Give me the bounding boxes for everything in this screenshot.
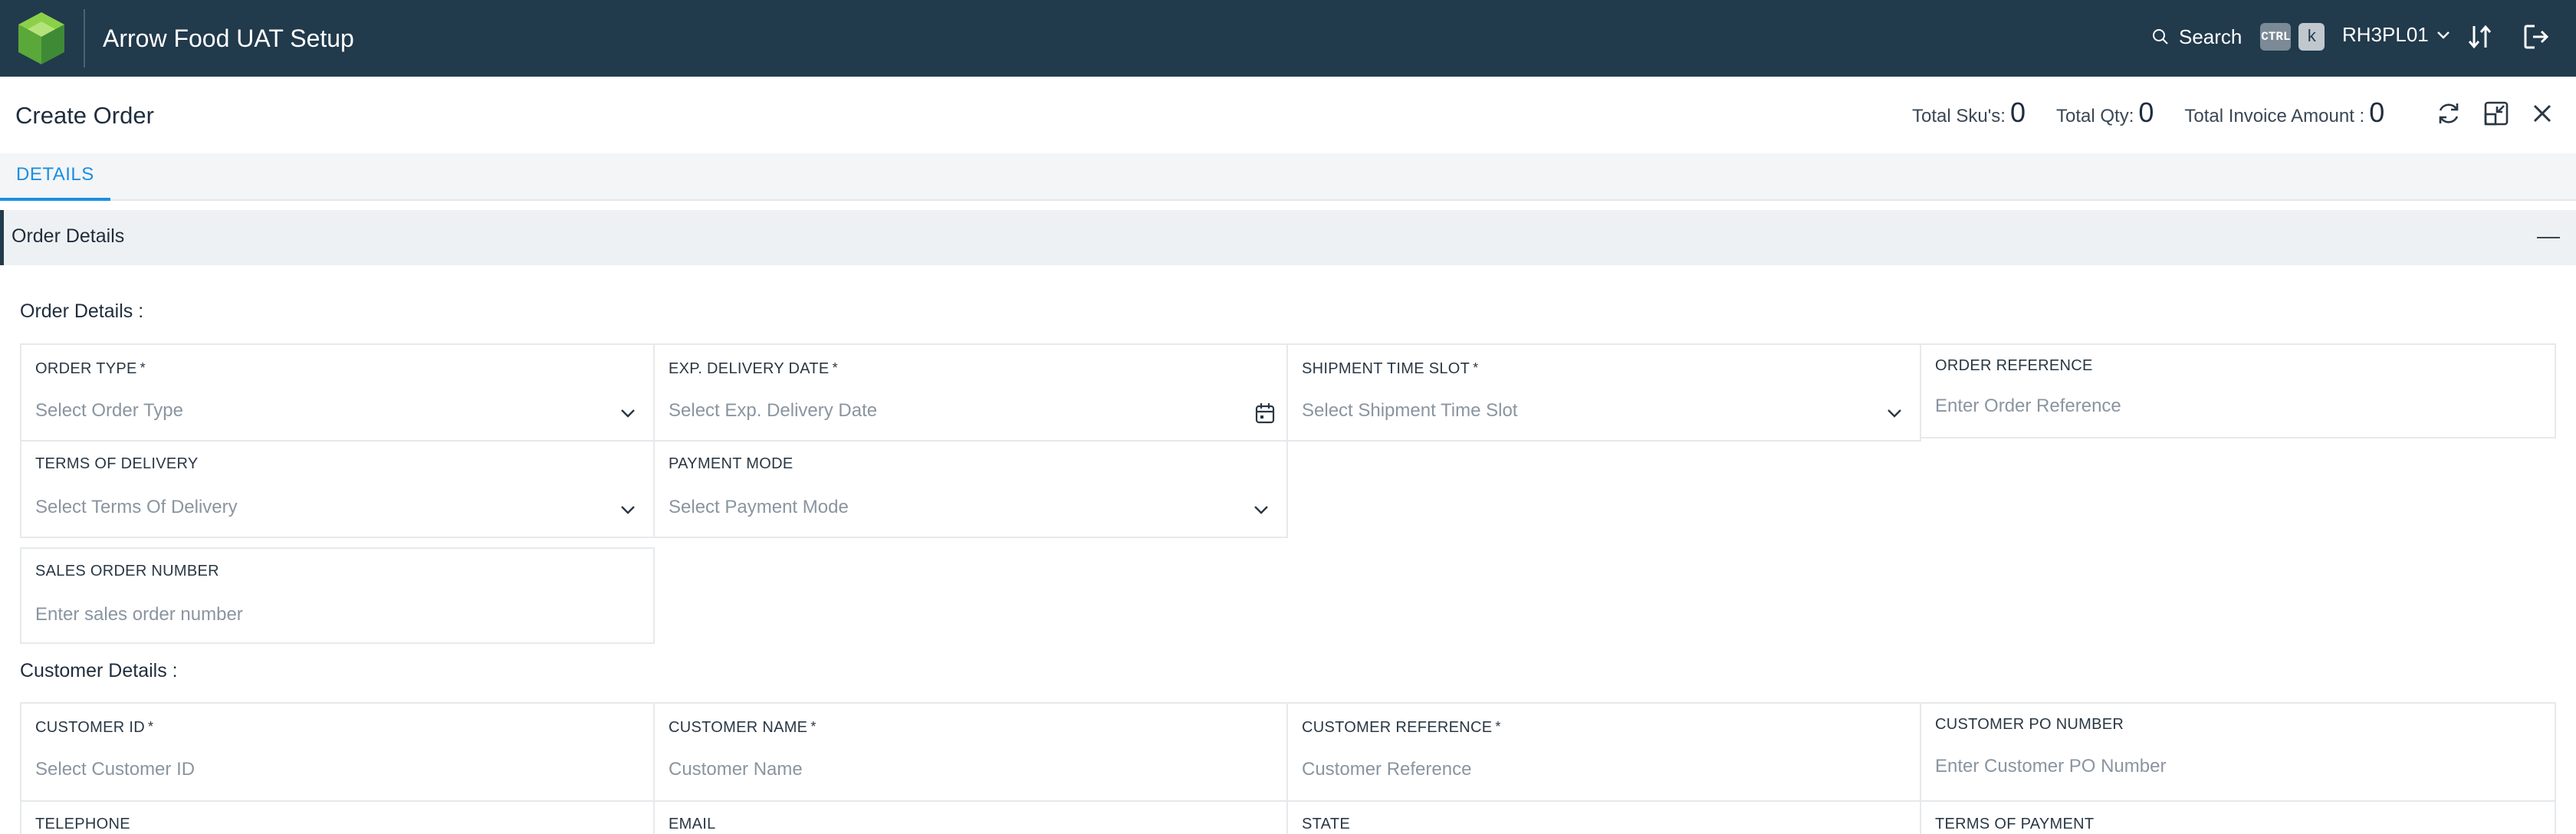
total-qty-value: 0 [2138, 97, 2154, 128]
field-placeholder: Customer Reference [1302, 759, 1472, 780]
chevron-down-icon [2436, 31, 2450, 39]
total-invoice-value: 0 [2369, 97, 2385, 128]
field-label: SHIPMENT TIME SLOT [1302, 360, 1470, 377]
calendar-icon[interactable] [1254, 402, 1276, 425]
customer-po-number-input[interactable]: CUSTOMER PO NUMBER Enter Customer PO Num… [1920, 702, 2556, 802]
field-label: PAYMENT MODE [669, 455, 794, 472]
required-marker: * [1495, 719, 1501, 734]
refresh-icon[interactable] [2435, 100, 2463, 127]
order-totals: Total Sku's: 0 Total Qty: 0 Total Invoic… [1912, 97, 2384, 129]
email-input[interactable]: EMAIL [653, 800, 1288, 834]
field-label: EMAIL [669, 816, 716, 832]
field-label: TERMS OF DELIVERY [35, 455, 199, 472]
tab-details[interactable]: DETAILS [0, 153, 110, 201]
field-placeholder: Select Terms Of Delivery [35, 497, 238, 517]
app-title: Arrow Food UAT Setup [103, 25, 354, 52]
exp-delivery-date-picker[interactable]: EXP. DELIVERY DATE * Select Exp. Delivery… [653, 343, 1288, 442]
search-icon [2153, 29, 2168, 44]
total-invoice-label: Total Invoice Amount : [2184, 106, 2365, 126]
close-icon[interactable] [2528, 100, 2556, 127]
minimize-window-icon[interactable] [2482, 100, 2510, 127]
required-marker: * [147, 719, 154, 734]
field-label: TELEPHONE [35, 816, 130, 832]
required-marker: * [140, 360, 146, 376]
order-reference-input[interactable]: ORDER REFERENCE Enter Order Reference [1920, 343, 2556, 438]
topbar-divider [84, 9, 85, 67]
telephone-input[interactable]: TELEPHONE [20, 800, 655, 834]
logout-icon[interactable] [2522, 23, 2550, 51]
sales-order-number-input[interactable]: SALES ORDER NUMBER Enter sales order num… [20, 547, 655, 644]
global-search[interactable]: Search CTRL k [2151, 23, 2325, 51]
chevron-down-icon [1254, 506, 1268, 514]
customer-reference-input[interactable]: CUSTOMER REFERENCE * Customer Reference [1286, 702, 1921, 802]
total-skus-value: 0 [2009, 97, 2026, 128]
field-label: STATE [1302, 816, 1350, 832]
field-label: CUSTOMER REFERENCE [1302, 719, 1493, 736]
kbd-k: k [2298, 23, 2325, 51]
page-title: Create Order [15, 102, 154, 129]
field-label: ORDER REFERENCE [1935, 357, 2093, 374]
required-marker: * [810, 719, 816, 734]
field-label: ORDER TYPE [35, 360, 137, 377]
shipment-time-slot-select[interactable]: SHIPMENT TIME SLOT * Select Shipment Time… [1286, 343, 1921, 442]
state-select[interactable]: STATE [1286, 800, 1921, 834]
top-bar: Arrow Food UAT Setup Search CTRL k RH3PL… [0, 0, 2576, 77]
terms-of-payment-select[interactable]: TERMS OF PAYMENT [1920, 800, 2556, 834]
field-placeholder: Select Order Type [35, 400, 183, 421]
collapse-icon[interactable] [2537, 237, 2560, 238]
required-marker: * [832, 360, 838, 376]
field-placeholder: Select Customer ID [35, 759, 196, 780]
customer-name-input[interactable]: CUSTOMER NAME * Customer Name [653, 702, 1288, 802]
terms-of-delivery-select[interactable]: TERMS OF DELIVERY Select Terms Of Delive… [20, 440, 655, 538]
total-skus: Total Sku's: 0 [1912, 97, 2026, 129]
customer-details-title: Customer Details : [20, 660, 178, 681]
chevron-down-icon [621, 506, 635, 514]
order-details-title: Order Details : [20, 300, 144, 322]
total-skus-label: Total Sku's: [1912, 106, 2006, 126]
field-placeholder: Select Shipment Time Slot [1302, 400, 1518, 421]
field-label: CUSTOMER ID [35, 719, 145, 736]
search-label: Search [2179, 25, 2242, 48]
section-title: Order Details [12, 225, 125, 247]
customer-id-select[interactable]: CUSTOMER ID * Select Customer ID [20, 702, 655, 802]
chevron-down-icon [1888, 409, 1901, 418]
kbd-ctrl: CTRL [2260, 23, 2292, 51]
tab-bar: DETAILS [0, 153, 2576, 201]
field-label: CUSTOMER PO NUMBER [1935, 716, 2124, 733]
chevron-down-icon [621, 409, 635, 418]
app-logo[interactable] [15, 11, 67, 66]
field-placeholder: Enter sales order number [35, 604, 243, 625]
user-name: RH3PL01 [2342, 23, 2429, 46]
sort-icon[interactable] [2467, 23, 2493, 51]
payment-mode-select[interactable]: PAYMENT MODE Select Payment Mode [653, 440, 1288, 538]
field-label: CUSTOMER NAME [669, 719, 808, 736]
field-placeholder: Select Exp. Delivery Date [669, 400, 878, 421]
field-placeholder: Enter Order Reference [1935, 396, 2121, 416]
total-qty-label: Total Qty: [2056, 106, 2134, 126]
user-menu[interactable]: RH3PL01 [2342, 23, 2450, 47]
field-placeholder: Select Payment Mode [669, 497, 849, 517]
total-qty: Total Qty: 0 [2056, 97, 2154, 129]
field-label: TERMS OF PAYMENT [1935, 816, 2095, 832]
field-placeholder: Enter Customer PO Number [1935, 756, 2167, 777]
field-label: SALES ORDER NUMBER [35, 563, 219, 580]
required-marker: * [1473, 360, 1479, 376]
field-placeholder: Customer Name [669, 759, 803, 780]
order-details-section-header[interactable]: Order Details [0, 210, 2576, 265]
total-invoice: Total Invoice Amount : 0 [2184, 97, 2384, 129]
order-type-select[interactable]: ORDER TYPE * Select Order Type [20, 343, 655, 442]
field-label: EXP. DELIVERY DATE [669, 360, 830, 377]
